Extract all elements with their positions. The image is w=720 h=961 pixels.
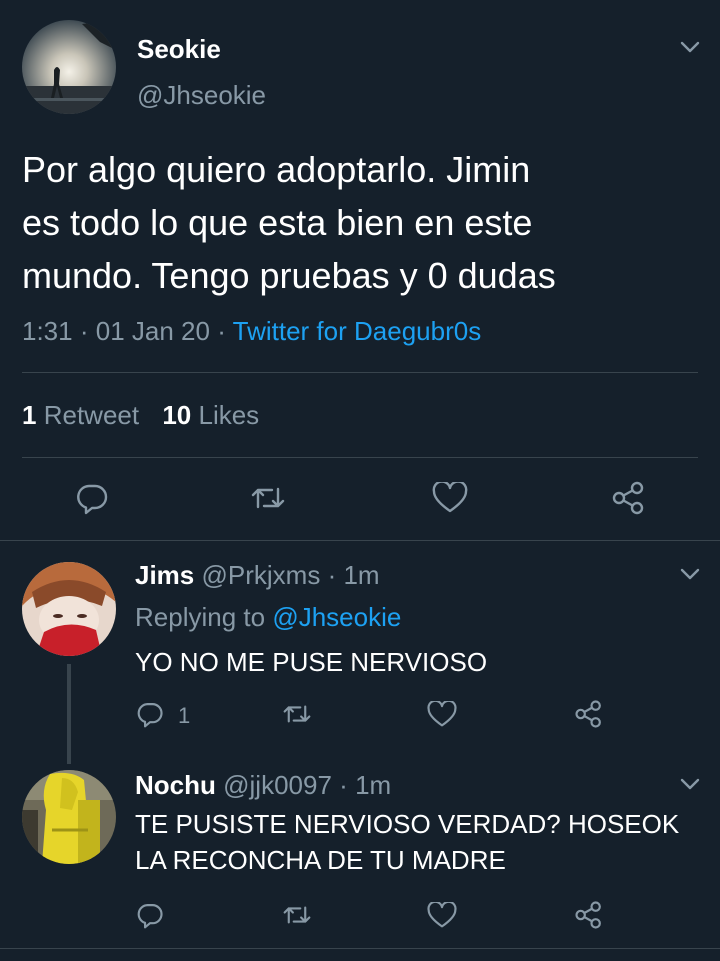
like-icon[interactable]	[427, 701, 457, 728]
reply-display-name[interactable]: Nochu	[135, 770, 216, 800]
reply-header: Nochu @jjk0097 · 1m	[135, 770, 391, 801]
share-icon[interactable]	[611, 480, 647, 516]
tweet-text-line: mundo. Tengo pruebas y 0 dudas	[22, 255, 556, 296]
meta-separator: ·	[217, 316, 226, 346]
retweet-label: Retweet	[43, 400, 140, 430]
reply-text-line: TE PUSISTE NERVIOSO VERDAD? HOSEOK	[135, 809, 680, 839]
thread-line	[67, 664, 71, 764]
avatar-nochu[interactable]	[22, 770, 116, 864]
chevron-down-icon[interactable]	[679, 773, 701, 795]
reply-handle[interactable]: @jjk0097	[223, 770, 332, 800]
like-label: Likes	[198, 400, 260, 430]
meta-separator: ·	[339, 770, 348, 800]
like-icon[interactable]	[432, 482, 468, 514]
tweet-source-link[interactable]: Twitter for Daegubr0s	[233, 316, 482, 346]
tweet-text-line: es todo lo que esta bien en este	[22, 202, 533, 243]
divider	[22, 457, 698, 458]
tweet-stats: 1 Retweet 10 Likes	[22, 400, 259, 431]
handle[interactable]: @Jhseokie	[137, 80, 266, 111]
retweet-count: 1	[22, 400, 37, 430]
avatar-seokie[interactable]	[22, 20, 116, 114]
reply-text: YO NO ME PUSE NERVIOSO	[135, 644, 487, 680]
reply-count: 1	[178, 703, 191, 728]
reply-handle[interactable]: @Prkjxms	[202, 560, 321, 590]
divider	[22, 372, 698, 373]
retweets-stat[interactable]: 1 Retweet	[22, 400, 146, 430]
retweet-icon[interactable]	[282, 700, 312, 728]
reply-age: 1m	[355, 770, 392, 800]
chevron-down-icon[interactable]	[679, 563, 701, 585]
share-icon[interactable]	[574, 699, 604, 729]
likes-stat[interactable]: 10 Likes	[162, 400, 259, 430]
tweet-text-line: Por algo quiero adoptarlo. Jimin	[22, 149, 531, 190]
reply-icon[interactable]	[136, 700, 164, 728]
reply-text-line: LA RECONCHA DE TU MADRE	[135, 845, 506, 875]
replying-to-handle[interactable]: @Jhseokie	[272, 602, 401, 632]
meta-separator: ·	[327, 560, 337, 590]
reply-icon[interactable]	[136, 901, 164, 929]
replying-to: Replying to @Jhseokie	[135, 602, 401, 633]
avatar-jims[interactable]	[22, 562, 116, 656]
tweet-date[interactable]: 01 Jan 20	[96, 316, 210, 346]
retweet-icon[interactable]	[250, 481, 286, 515]
divider	[0, 948, 720, 949]
reply-icon[interactable]	[75, 481, 109, 515]
meta-separator: ·	[79, 316, 89, 346]
tweet-text: Por algo quiero adoptarlo. Jimin es todo…	[22, 143, 556, 302]
retweet-icon[interactable]	[282, 901, 312, 929]
like-icon[interactable]	[427, 902, 457, 929]
share-icon[interactable]	[574, 900, 604, 930]
chevron-down-icon[interactable]	[679, 36, 701, 58]
reply-age: 1m	[343, 560, 380, 590]
tweet-meta: 1:31 · 01 Jan 20 · Twitter for Daegubr0s	[22, 316, 481, 347]
reply-display-name[interactable]: Jims	[135, 560, 194, 590]
like-count: 10	[162, 400, 192, 430]
replying-to-label: Replying to	[135, 602, 266, 632]
section-divider	[0, 540, 720, 541]
reply-text-line: YO NO ME PUSE NERVIOSO	[135, 647, 488, 677]
reply-text: TE PUSISTE NERVIOSO VERDAD? HOSEOK LA RE…	[135, 806, 679, 878]
display-name[interactable]: Seokie	[137, 34, 221, 65]
tweet-time: 1:31	[22, 316, 73, 346]
reply-header: Jims @Prkjxms · 1m	[135, 560, 380, 591]
